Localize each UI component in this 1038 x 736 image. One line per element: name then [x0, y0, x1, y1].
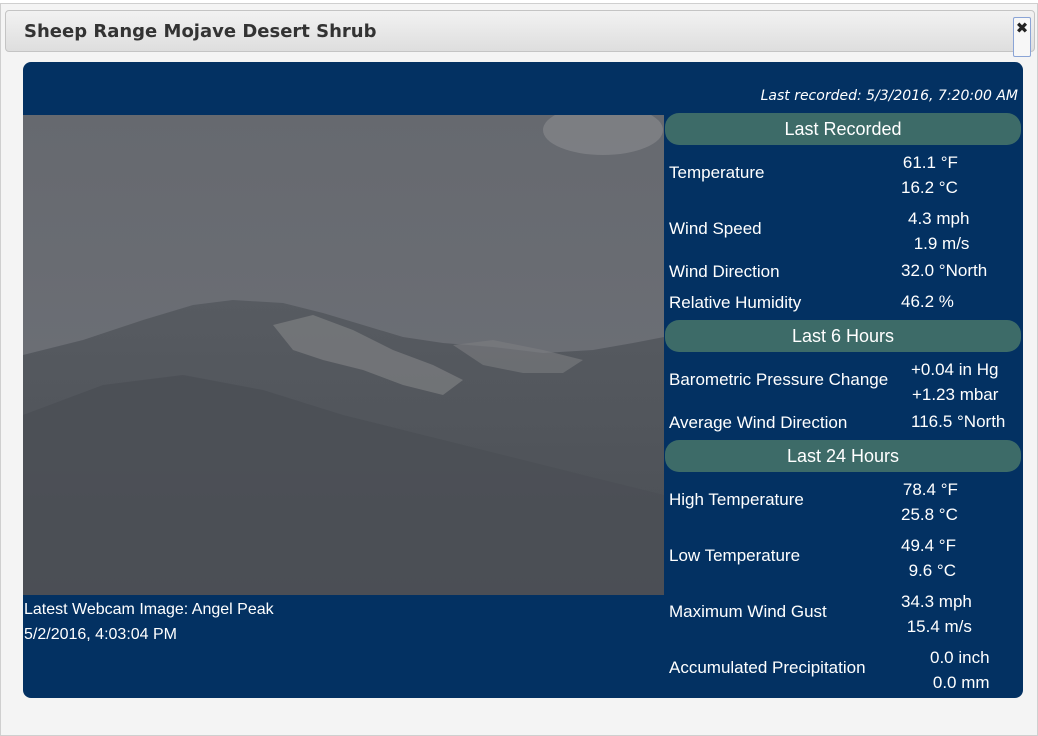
- row-label: High Temperature: [669, 490, 804, 509]
- weather-panel: Last recorded: 5/3/2016, 7:20:00 AM Late…: [23, 62, 1023, 698]
- row-values: 116.5 °North: [911, 409, 1005, 434]
- close-icon: ✖: [1015, 19, 1029, 37]
- webcam-caption-date: 5/2/2016, 4:03:04 PM: [24, 626, 177, 643]
- row-label: Low Temperature: [669, 546, 801, 565]
- section-header-last-6-hours: Last 6 Hours: [665, 320, 1021, 352]
- last-recorded-timestamp: Last recorded: 5/3/2016, 7:20:00 AM: [760, 88, 1018, 104]
- row-label: Wind Direction: [669, 262, 780, 281]
- value-mph: 34.3 mph: [901, 592, 972, 611]
- webcam-image: [23, 115, 664, 595]
- row-values: 34.3 mph 15.4 m/s: [901, 589, 972, 639]
- value-mph: 4.3 mph: [908, 209, 970, 228]
- row-label: Accumulated Precipitation: [669, 658, 866, 677]
- row-values: 78.4 °F 25.8 °C: [901, 477, 958, 527]
- webcam-caption-title: Latest Webcam Image: Angel Peak: [24, 601, 274, 618]
- value-inhg: +0.04 in Hg: [911, 360, 999, 379]
- row-label: Wind Speed: [669, 219, 762, 238]
- webcam-caption: Latest Webcam Image: Angel Peak 5/2/2016…: [24, 597, 274, 647]
- value-fahrenheit: 61.1 °F: [902, 153, 958, 172]
- value-ms: 1.9 m/s: [913, 234, 970, 253]
- row-values: +0.04 in Hg +1.23 mbar: [911, 357, 998, 407]
- value-inch: 0.0 inch: [930, 648, 990, 667]
- value-celsius: 25.8 °C: [901, 505, 958, 524]
- row-label: Relative Humidity: [669, 293, 802, 312]
- row-label: Temperature: [669, 163, 765, 182]
- mountain-landscape: [23, 115, 664, 595]
- row-values: 49.4 °F 9.6 °C: [901, 533, 956, 583]
- dialog-titlebar[interactable]: Sheep Range Mojave Desert Shrub: [5, 10, 1035, 52]
- row-values: 4.3 mph 1.9 m/s: [908, 206, 969, 256]
- value-mm: 0.0 mm: [932, 673, 990, 692]
- row-values: 61.1 °F 16.2 °C: [901, 150, 958, 200]
- value-celsius: 16.2 °C: [901, 178, 958, 197]
- value-humidity: 46.2 %: [901, 292, 954, 311]
- value-direction: 116.5 °North: [911, 412, 1006, 431]
- row-values: 0.0 inch 0.0 mm: [930, 645, 990, 695]
- value-fahrenheit: 49.4 °F: [901, 536, 956, 555]
- close-button[interactable]: ✖: [1013, 17, 1031, 57]
- value-fahrenheit: 78.4 °F: [902, 480, 958, 499]
- section-header-last-24-hours: Last 24 Hours: [665, 440, 1021, 472]
- value-ms: 15.4 m/s: [906, 617, 972, 636]
- station-dialog: Sheep Range Mojave Desert Shrub ✖ Last r…: [0, 3, 1038, 736]
- row-values: 32.0 °North: [901, 258, 987, 283]
- dialog-title: Sheep Range Mojave Desert Shrub: [24, 21, 377, 42]
- value-mbar: +1.23 mbar: [911, 385, 999, 404]
- value-celsius: 9.6 °C: [908, 561, 956, 580]
- row-values: 46.2 %: [901, 289, 954, 314]
- row-label: Average Wind Direction: [669, 413, 848, 432]
- row-label: Barometric Pressure Change: [669, 370, 889, 389]
- row-label: Maximum Wind Gust: [669, 602, 827, 621]
- value-direction: 32.0 °North: [901, 261, 988, 280]
- section-header-last-recorded: Last Recorded: [665, 113, 1021, 145]
